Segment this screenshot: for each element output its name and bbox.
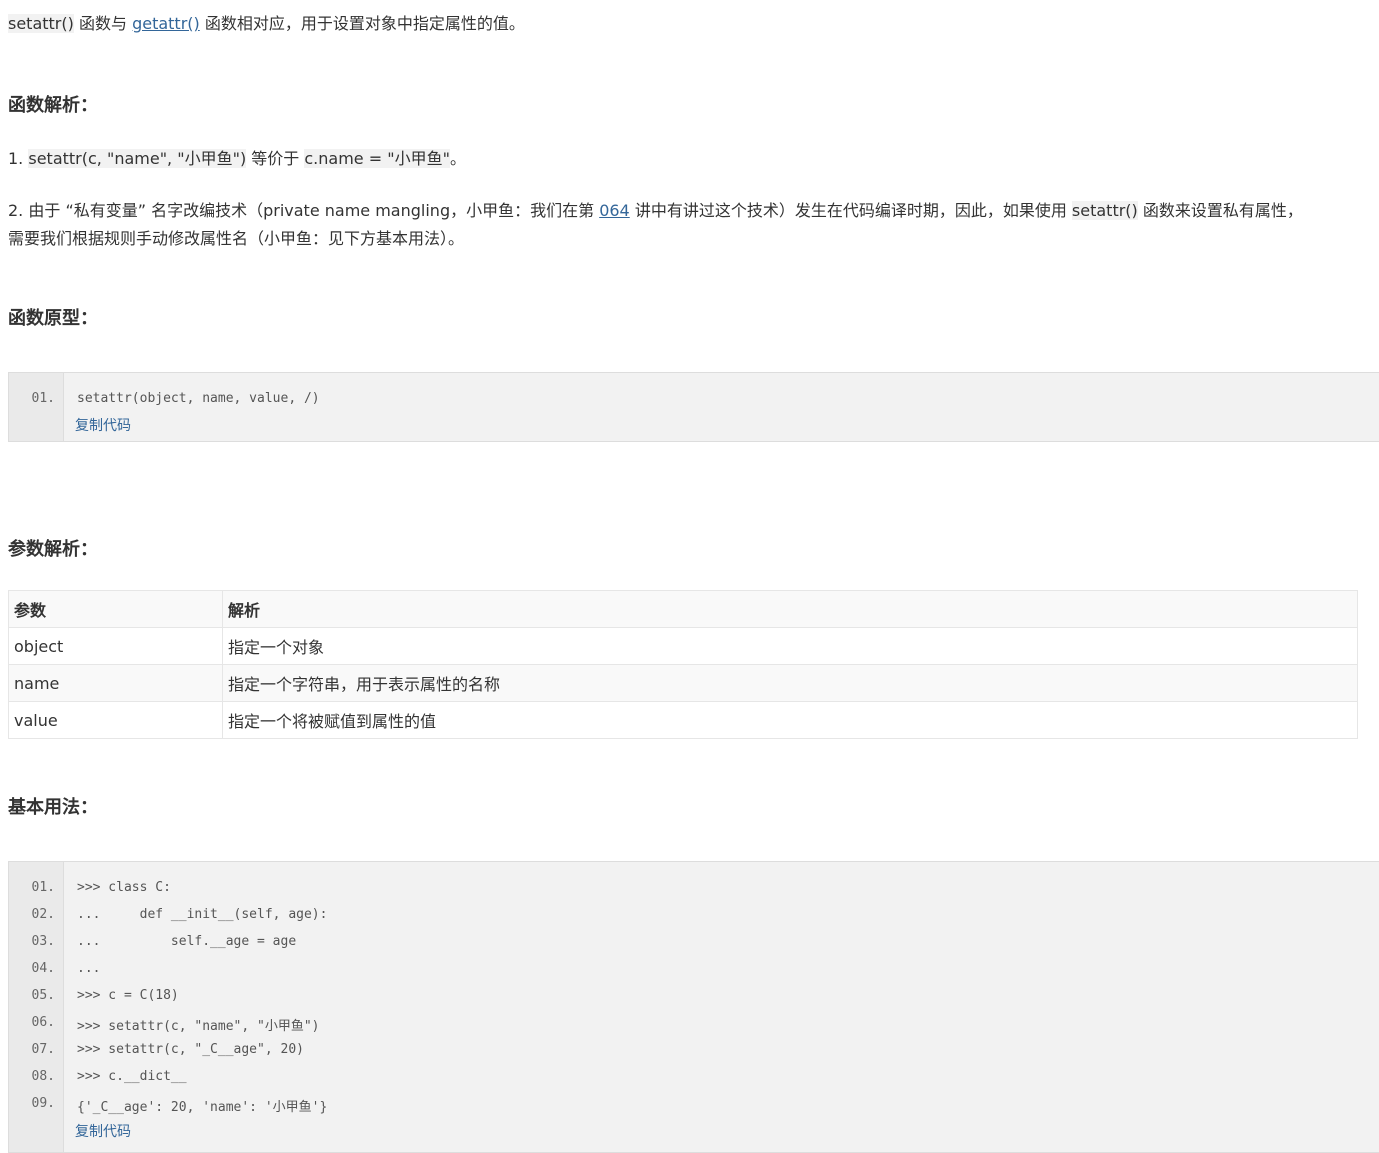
point-1-text: 等价于 <box>246 149 305 168</box>
inline-code-assignment: c.name = "小甲鱼" <box>304 149 450 168</box>
analysis-point-1: 1. setattr(c, "name", "小甲鱼") 等价于 c.name … <box>8 145 466 173</box>
line-number: 08. <box>31 1069 55 1084</box>
line-number-gutter <box>9 373 64 441</box>
param-description: 指定一个字符串，用于表示属性的名称 <box>222 664 1358 702</box>
param-name: value <box>8 701 223 739</box>
params-heading: 参数解析： <box>8 539 98 560</box>
param-description: 指定一个对象 <box>222 627 1358 665</box>
line-number: 01. <box>31 391 55 406</box>
line-number: 04. <box>31 961 55 976</box>
prototype-code-block: 01. setattr(object, name, value, /) 复制代码 <box>8 372 1379 442</box>
point-2-text-b: 讲中有讲过这个技术）发生在代码编译时期，因此，如果使用 <box>629 201 1072 220</box>
header-param: 参数 <box>8 590 223 628</box>
lesson-064-link[interactable]: 064 <box>599 201 630 220</box>
inline-code-setattr-2: setattr() <box>1071 201 1138 220</box>
code-line: setattr(object, name, value, /) <box>77 391 320 406</box>
header-description: 解析 <box>222 590 1358 628</box>
code-line: >>> setattr(c, "_C__age", 20) <box>77 1042 304 1057</box>
copy-code-button[interactable]: 复制代码 <box>75 415 131 435</box>
intro-text: 函数与 <box>73 14 133 33</box>
point-1-number: 1. <box>8 149 29 168</box>
usage-code-block: 01. >>> class C: 02. ... def __init__(se… <box>8 861 1379 1153</box>
param-name: name <box>8 664 223 702</box>
param-name: object <box>8 627 223 665</box>
copy-code-button[interactable]: 复制代码 <box>75 1121 131 1141</box>
line-number: 05. <box>31 988 55 1003</box>
point-1-end: 。 <box>449 149 466 168</box>
inline-code-setattr-call: setattr(c, "name", "小甲鱼") <box>28 149 247 168</box>
intro-text-end: 函数相对应，用于设置对象中指定属性的值。 <box>199 14 525 33</box>
line-number: 06. <box>31 1015 55 1030</box>
line-number: 07. <box>31 1042 55 1057</box>
point-2-text-a: 2. 由于 “私有变量” 名字改编技术（private name manglin… <box>8 201 600 220</box>
code-line: {'_C__age': 20, 'name': '小甲鱼'} <box>77 1100 328 1115</box>
analysis-heading: 函数解析： <box>8 95 98 116</box>
analysis-point-2-line2: 需要我们根据规则手动修改属性名（小甲鱼：见下方基本用法）。 <box>8 229 465 248</box>
line-number: 09. <box>31 1096 55 1111</box>
code-line: >>> c = C(18) <box>77 988 179 1003</box>
code-line: ... <box>77 961 101 976</box>
prototype-heading: 函数原型： <box>8 308 98 329</box>
line-number: 02. <box>31 907 55 922</box>
params-table: 参数 解析 object 指定一个对象 name 指定一个字符串，用于表示属性的… <box>8 590 1358 739</box>
code-line: >>> setattr(c, "name", "小甲鱼") <box>77 1019 320 1034</box>
code-line: ... self.__age = age <box>77 934 297 949</box>
code-line: ... def __init__(self, age): <box>77 907 328 922</box>
table-row: name 指定一个字符串，用于表示属性的名称 <box>8 664 1358 702</box>
line-number: 01. <box>31 880 55 895</box>
inline-code-setattr: setattr() <box>8 14 74 33</box>
code-line: >>> class C: <box>77 880 171 895</box>
table-row: value 指定一个将被赋值到属性的值 <box>8 701 1358 739</box>
table-header-row: 参数 解析 <box>8 590 1358 628</box>
line-number: 03. <box>31 934 55 949</box>
point-2-text-c: 函数来设置私有属性， <box>1137 201 1303 220</box>
code-line: >>> c.__dict__ <box>77 1069 187 1084</box>
analysis-point-2: 2. 由于 “私有变量” 名字改编技术（private name manglin… <box>8 197 1303 225</box>
intro-paragraph: setattr() 函数与 getattr() 函数相对应，用于设置对象中指定属… <box>8 10 525 38</box>
param-description: 指定一个将被赋值到属性的值 <box>222 701 1358 739</box>
table-row: object 指定一个对象 <box>8 627 1358 665</box>
getattr-link[interactable]: getattr() <box>132 14 200 33</box>
usage-heading: 基本用法： <box>8 797 98 818</box>
